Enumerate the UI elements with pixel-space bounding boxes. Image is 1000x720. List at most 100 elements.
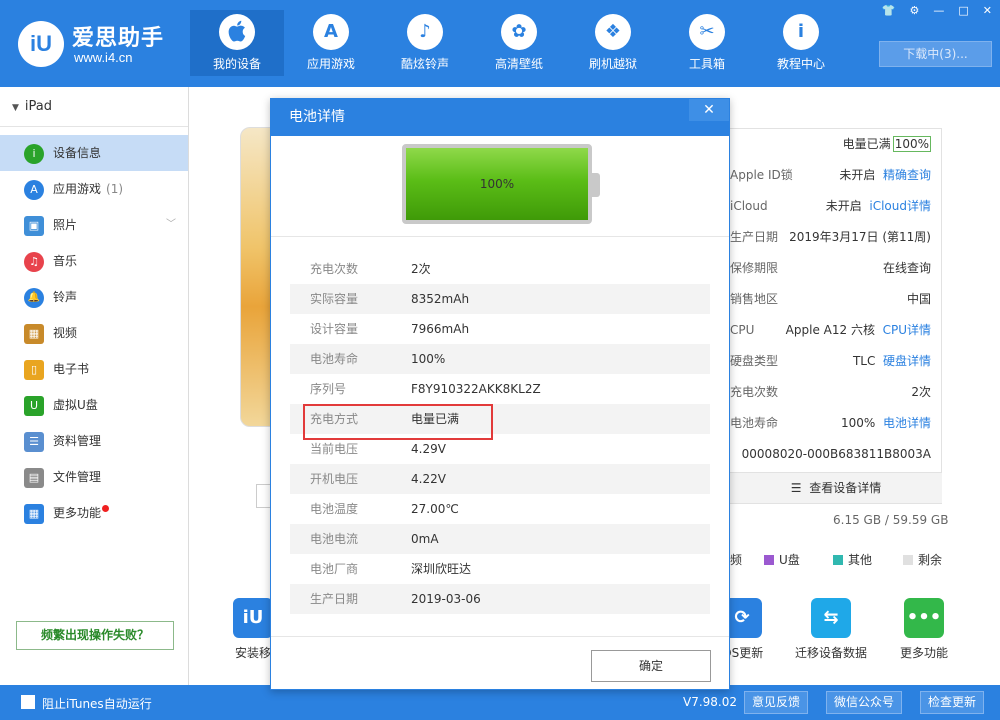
sidebar-item-ebooks[interactable]: ▯ 电子书 bbox=[0, 351, 188, 387]
window-controls: 👕 ⚙ — □ ✕ bbox=[882, 4, 992, 17]
battery-graphic: 100% bbox=[271, 136, 729, 237]
info-row: iCloud 未开启 iCloud详情 bbox=[730, 191, 941, 222]
nav-wallpapers[interactable]: ✿ 高清壁纸 bbox=[472, 10, 566, 76]
sidebar-item-label: 资料管理 bbox=[53, 434, 102, 448]
device-udid: 00008020-000B683811B8003A bbox=[741, 447, 931, 461]
sidebar-item-music[interactable]: ♫ 音乐 bbox=[0, 243, 188, 279]
detail-row: 实际容量 8352mAh bbox=[290, 284, 710, 314]
list-icon: ☰ bbox=[790, 481, 802, 495]
detail-row: 电池厂商 深圳欣旺达 bbox=[290, 554, 710, 584]
detail-value: 27.00℃ bbox=[411, 502, 459, 516]
icloud-details-link[interactable]: iCloud详情 bbox=[869, 199, 931, 213]
app-store-icon: A bbox=[24, 179, 44, 200]
info-label: 充电次数 bbox=[730, 385, 779, 399]
tool-label: 安装移 bbox=[234, 646, 271, 660]
download-status-button[interactable]: 下载中(3)... bbox=[879, 41, 992, 67]
sidebar-item-device-info[interactable]: i 设备信息 bbox=[0, 135, 188, 171]
nav-ringtones[interactable]: ♪ 酷炫铃声 bbox=[378, 10, 472, 76]
nav-tutorials[interactable]: i 教程中心 bbox=[754, 10, 848, 76]
feedback-button[interactable]: 意见反馈 bbox=[744, 691, 808, 714]
sidebar-item-photos[interactable]: ▣ 照片 ﹀ bbox=[0, 207, 188, 243]
info-value: 2次 bbox=[911, 385, 931, 399]
info-label: 销售地区 bbox=[730, 292, 779, 306]
nav-my-device[interactable]: 我的设备 bbox=[190, 10, 284, 76]
detail-value: 4.22V bbox=[411, 472, 446, 486]
sidebar-item-video[interactable]: ▦ 视频 bbox=[0, 315, 188, 351]
version-label: V7.98.02 bbox=[683, 695, 738, 709]
maximize-icon[interactable]: □ bbox=[958, 4, 968, 17]
sidebar-item-label: 设备信息 bbox=[53, 146, 102, 160]
battery-details-link[interactable]: 电池详情 bbox=[883, 416, 931, 430]
nav-label: 应用游戏 bbox=[306, 57, 355, 71]
info-value: Apple A12 六核 bbox=[785, 323, 875, 337]
device-header[interactable]: ▼ iPad bbox=[0, 87, 188, 127]
info-icon: i bbox=[783, 14, 819, 50]
nav-toolbox[interactable]: ✂ 工具箱 bbox=[660, 10, 754, 76]
detail-key: 充电次数 bbox=[310, 262, 359, 276]
skin-icon[interactable]: 👕 bbox=[882, 4, 896, 17]
file-icon: ▤ bbox=[24, 467, 44, 488]
close-icon[interactable]: ✕ bbox=[689, 99, 729, 121]
info-label: CPU bbox=[730, 323, 755, 337]
nav-label: 工具箱 bbox=[688, 57, 725, 71]
main-nav: 我的设备 A 应用游戏 ♪ 酷炫铃声 ✿ 高清壁纸 ❖ 刷机越狱 ✂ 工具箱 i… bbox=[190, 10, 848, 76]
tool-migrate-data[interactable]: ⇆ 迁移设备数据 bbox=[793, 598, 869, 661]
detail-row: 生产日期 2019-03-06 bbox=[290, 584, 710, 614]
gear-icon[interactable]: ⚙ bbox=[910, 4, 920, 17]
photo-icon: ▣ bbox=[24, 215, 44, 236]
tool-install-mobile[interactable]: iU 安装移 bbox=[233, 598, 273, 661]
chevron-down-icon[interactable]: ﹀ bbox=[166, 207, 176, 243]
sidebar-item-ringtones[interactable]: 🔔 铃声 bbox=[0, 279, 188, 315]
sidebar-item-count: (1) bbox=[106, 182, 124, 196]
close-icon[interactable]: ✕ bbox=[983, 4, 992, 17]
detail-value: 8352mAh bbox=[411, 292, 470, 306]
sidebar-item-label: 音乐 bbox=[53, 254, 78, 268]
sidebar-item-data-management[interactable]: ☰ 资料管理 bbox=[0, 423, 188, 459]
info-label: Apple ID锁 bbox=[730, 168, 793, 182]
detail-key: 开机电压 bbox=[310, 472, 359, 486]
stop-itunes-checkbox[interactable] bbox=[21, 695, 35, 709]
info-row: 保修期限 在线查询 bbox=[730, 253, 941, 284]
nav-flash-jailbreak[interactable]: ❖ 刷机越狱 bbox=[566, 10, 660, 76]
info-circle-icon: i bbox=[24, 143, 44, 164]
box-icon: ❖ bbox=[595, 14, 631, 50]
music-icon: ♫ bbox=[24, 251, 44, 272]
precise-query-link[interactable]: 精确查询 bbox=[883, 168, 931, 182]
detail-key: 序列号 bbox=[310, 382, 347, 396]
view-device-details-button[interactable]: ☰ 查看设备详情 bbox=[730, 472, 942, 503]
dialog-header: 电池详情 ✕ bbox=[271, 99, 729, 136]
sidebar-item-file-management[interactable]: ▤ 文件管理 bbox=[0, 459, 188, 495]
sidebar-item-more[interactable]: ▦ 更多功能 bbox=[0, 495, 188, 531]
nav-label: 高清壁纸 bbox=[494, 57, 543, 71]
detail-value: 0mA bbox=[411, 532, 439, 546]
sidebar-item-label: 照片 bbox=[53, 218, 78, 232]
info-label: 硬盘类型 bbox=[730, 354, 779, 368]
warranty-query-link[interactable]: 在线查询 bbox=[883, 253, 931, 284]
tool-ios-update[interactable]: ⟳ iOS更新 bbox=[726, 598, 776, 661]
sidebar-item-apps[interactable]: A 应用游戏 (1) bbox=[0, 171, 188, 207]
device-name: iPad bbox=[24, 99, 53, 114]
detail-key: 实际容量 bbox=[310, 292, 359, 306]
check-update-button[interactable]: 检查更新 bbox=[920, 691, 984, 714]
status-bar: 阻止iTunes自动运行 V7.98.02 意见反馈 微信公众号 检查更新 bbox=[0, 685, 1000, 720]
legend-label: 剩余 bbox=[918, 553, 943, 567]
info-value: 中国 bbox=[906, 292, 931, 306]
app-url: www.i4.cn bbox=[74, 50, 133, 65]
ok-button[interactable]: 确定 bbox=[591, 650, 711, 682]
grid-icon: ▦ bbox=[24, 503, 44, 524]
wechat-button[interactable]: 微信公众号 bbox=[826, 691, 902, 714]
detail-key: 电池寿命 bbox=[310, 352, 359, 366]
sidebar-item-virtual-udisk[interactable]: U 虚拟U盘 bbox=[0, 387, 188, 423]
cpu-details-link[interactable]: CPU详情 bbox=[883, 323, 931, 337]
disk-details-link[interactable]: 硬盘详情 bbox=[883, 354, 931, 368]
info-row: Apple ID锁 未开启 精确查询 bbox=[730, 160, 941, 191]
legend-swatch bbox=[903, 555, 913, 565]
film-icon: ▦ bbox=[24, 323, 44, 344]
nav-apps-games[interactable]: A 应用游戏 bbox=[284, 10, 378, 76]
nav-label: 酷炫铃声 bbox=[400, 57, 449, 71]
detail-key: 电池电流 bbox=[310, 532, 359, 546]
bell-icon: 🔔 bbox=[24, 287, 44, 308]
tool-more-functions[interactable]: ••• 更多功能 bbox=[893, 598, 955, 661]
frequent-failure-button[interactable]: 频繁出现操作失败？ bbox=[16, 621, 174, 650]
minimize-icon[interactable]: — bbox=[933, 4, 944, 17]
